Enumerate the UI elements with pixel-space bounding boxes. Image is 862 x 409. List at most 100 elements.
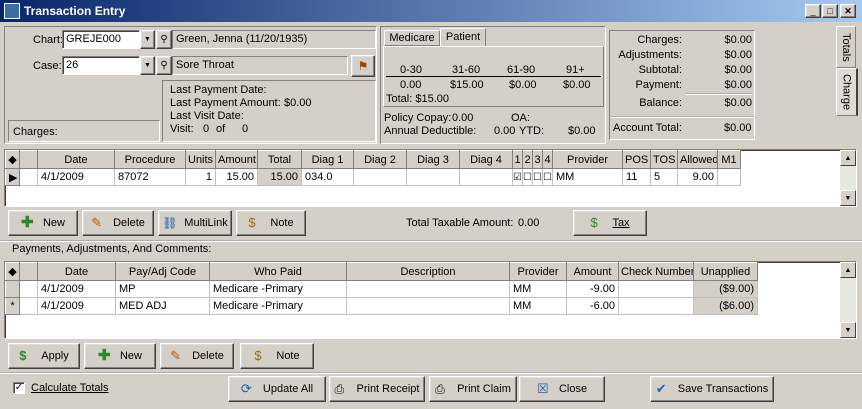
diag-pointer-3-checkbox[interactable]: ☐ — [532, 168, 543, 186]
charge-note-button[interactable]: $ Note — [236, 210, 306, 236]
col-date[interactable]: Date — [37, 262, 116, 281]
cell-amount[interactable]: -9.00 — [566, 280, 619, 298]
diag-pointer-1-checkbox[interactable]: ☑ — [512, 168, 523, 186]
col-description[interactable]: Description — [346, 262, 510, 281]
cell-check[interactable] — [618, 297, 694, 315]
cell-provider[interactable]: MM — [509, 280, 567, 298]
col-units[interactable]: Units — [185, 150, 216, 169]
payment-delete-button[interactable]: ✎ Delete — [160, 343, 234, 369]
diag-pointer-2-checkbox[interactable]: ☐ — [522, 168, 533, 186]
summary-row-charges: Charges: $0.00 — [637, 34, 752, 46]
col-tos[interactable]: TOS — [650, 150, 678, 169]
charges-scrollbar[interactable]: ▲ ▼ — [840, 150, 856, 206]
scroll-down-icon[interactable]: ▼ — [840, 190, 856, 206]
cell-code[interactable]: MED ADJ — [115, 297, 210, 315]
diag-pointer-4-checkbox[interactable]: ☐ — [542, 168, 553, 186]
col-pos[interactable]: POS — [622, 150, 651, 169]
annual-deductible: 0.00 — [494, 125, 516, 137]
col-pay-adj-code[interactable]: Pay/Adj Code — [115, 262, 210, 281]
col-total[interactable]: Total — [257, 150, 302, 169]
tab-patient[interactable]: Patient — [440, 28, 486, 47]
multilink-button[interactable]: ⛓ MultiLink — [158, 210, 232, 236]
save-transactions-button[interactable]: ✔ Save Transactions — [650, 376, 774, 402]
cell-date[interactable]: 4/1/2009 — [37, 280, 116, 298]
cell-diag1[interactable]: 034.0 — [301, 168, 354, 186]
apply-button[interactable]: $ Apply — [8, 343, 80, 369]
scroll-up-icon[interactable]: ▲ — [840, 150, 856, 166]
col-diag1[interactable]: Diag 1 — [301, 150, 354, 169]
col-m1[interactable]: M1 — [717, 150, 741, 169]
chart-dropdown-button[interactable]: ▼ — [140, 30, 155, 49]
col-diag3[interactable]: Diag 3 — [406, 150, 460, 169]
col-provider[interactable]: Provider — [552, 150, 623, 169]
scroll-up-icon[interactable]: ▲ — [840, 262, 856, 278]
cell-provider[interactable]: MM — [509, 297, 567, 315]
charge-delete-button[interactable]: ✎ Delete — [82, 210, 154, 236]
chart-input[interactable]: GREJE000 — [62, 30, 140, 49]
cell-code[interactable]: MP — [115, 280, 210, 298]
minimize-button[interactable]: _ — [805, 4, 821, 18]
title-bar: Transaction Entry _ □ ✕ — [0, 0, 862, 22]
case-edit-icon[interactable]: ⚑ — [351, 55, 375, 77]
cell-units[interactable]: 1 — [185, 168, 216, 186]
maximize-button[interactable]: □ — [822, 4, 838, 18]
cell-m1[interactable] — [717, 168, 741, 186]
close-window-button[interactable]: ✕ — [840, 4, 856, 18]
col-who-paid[interactable]: Who Paid — [209, 262, 347, 281]
col-diag4[interactable]: Diag 4 — [459, 150, 513, 169]
cell-pos[interactable]: 11 — [622, 168, 651, 186]
payment-new-button[interactable]: ✚ New — [84, 343, 156, 369]
col-allowed[interactable]: Allowed — [677, 150, 718, 169]
col-amount[interactable]: Amount — [215, 150, 258, 169]
col-provider[interactable]: Provider — [509, 262, 567, 281]
tab-totals[interactable]: Totals — [836, 26, 856, 68]
cell-tos[interactable]: 5 — [650, 168, 678, 186]
update-all-button[interactable]: ⟳ Update All — [228, 376, 326, 402]
cell-description[interactable] — [346, 280, 510, 298]
case-search-icon[interactable]: ⚲ — [156, 56, 172, 75]
cell-date[interactable]: 4/1/2009 — [37, 297, 116, 315]
col-amount[interactable]: Amount — [566, 262, 619, 281]
calculate-totals-checkbox[interactable]: ✓ — [13, 382, 25, 394]
case-input[interactable]: 26 — [62, 56, 140, 75]
payment-note-button[interactable]: $ Note — [240, 343, 314, 369]
table-row[interactable]: ▶ 4/1/2009 87072 1 15.00 15.00 034.0 ☑ ☐… — [5, 168, 841, 186]
update-icon: ⟳ — [240, 381, 252, 396]
col-4[interactable]: 4 — [542, 150, 553, 169]
charge-new-button[interactable]: ✚ New — [8, 210, 78, 236]
cell-diag3[interactable] — [406, 168, 460, 186]
cell-date[interactable]: 4/1/2009 — [37, 168, 115, 186]
close-button[interactable]: ☒ Close — [519, 376, 605, 402]
col-procedure[interactable]: Procedure — [114, 150, 186, 169]
table-row[interactable]: * 4/1/2009 MED ADJ Medicare -Primary MM … — [5, 297, 841, 315]
cell-allowed[interactable]: 9.00 — [677, 168, 718, 186]
tab-medicare[interactable]: Medicare — [384, 30, 440, 46]
col-date[interactable]: Date — [37, 150, 115, 169]
cell-check[interactable] — [618, 280, 694, 298]
tax-button[interactable]: $ Tax — [573, 210, 647, 236]
cell-provider[interactable]: MM — [552, 168, 623, 186]
col-2[interactable]: 2 — [522, 150, 533, 169]
col-1[interactable]: 1 — [512, 150, 523, 169]
col-unapplied[interactable]: Unapplied — [693, 262, 758, 281]
cell-amount[interactable]: 15.00 — [215, 168, 258, 186]
cell-procedure[interactable]: 87072 — [114, 168, 186, 186]
cell-who-paid[interactable]: Medicare -Primary — [209, 280, 347, 298]
print-claim-button[interactable]: ⎙ Print Claim — [429, 376, 517, 402]
table-row[interactable]: 4/1/2009 MP Medicare -Primary MM -9.00 (… — [5, 280, 841, 298]
chart-label: Chart: — [33, 34, 63, 46]
col-diag2[interactable]: Diag 2 — [353, 150, 407, 169]
col-3[interactable]: 3 — [532, 150, 543, 169]
print-receipt-button[interactable]: ⎙ Print Receipt — [329, 376, 425, 402]
payments-scrollbar[interactable]: ▲ ▼ — [840, 262, 856, 338]
tab-charge[interactable]: Charge — [836, 68, 858, 116]
cell-who-paid[interactable]: Medicare -Primary — [209, 297, 347, 315]
cell-description[interactable] — [346, 297, 510, 315]
cell-diag2[interactable] — [353, 168, 407, 186]
case-dropdown-button[interactable]: ▼ — [140, 56, 155, 75]
cell-amount[interactable]: -6.00 — [566, 297, 619, 315]
scroll-down-icon[interactable]: ▼ — [840, 322, 856, 338]
chart-search-icon[interactable]: ⚲ — [156, 30, 172, 49]
col-check-number[interactable]: Check Number — [618, 262, 694, 281]
cell-diag4[interactable] — [459, 168, 513, 186]
